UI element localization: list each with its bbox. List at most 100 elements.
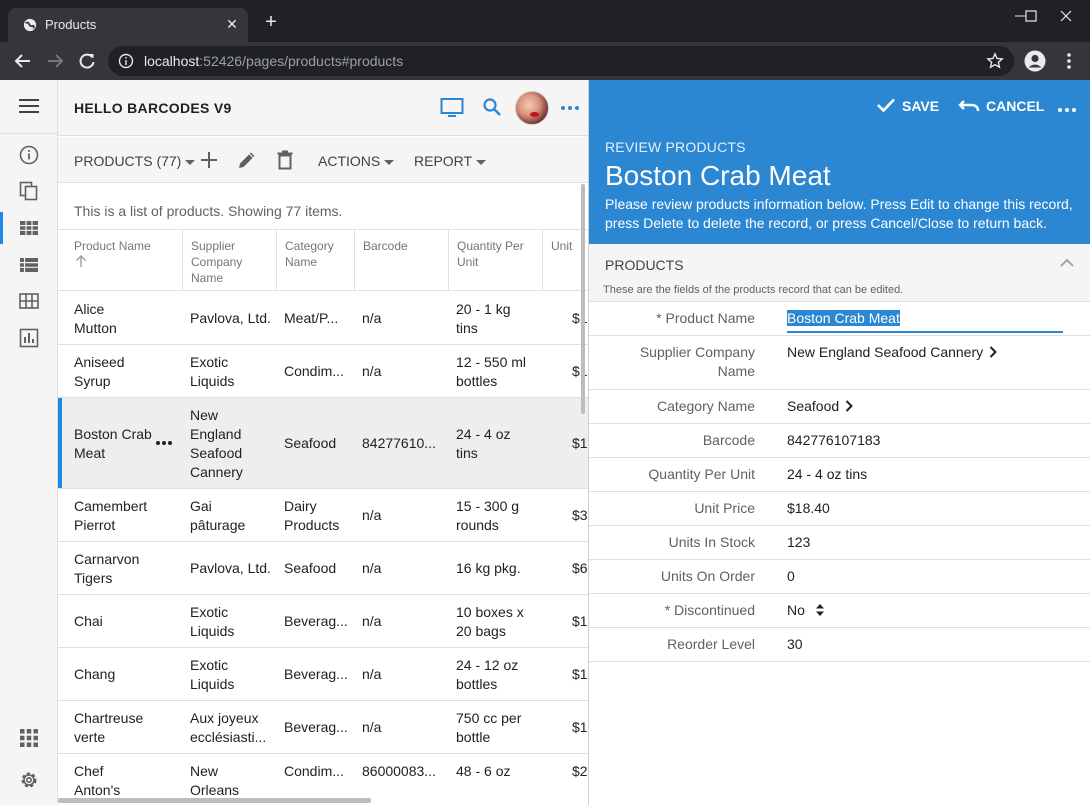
rail-item-grid[interactable]	[0, 283, 58, 319]
forward-arrow-icon[interactable]	[45, 51, 65, 71]
cell-quantity-per-unit: 48 - 6 oz	[456, 754, 552, 805]
cancel-button[interactable]: CANCEL	[958, 98, 1044, 115]
table-row[interactable]: Alice Mutton Pavlova, Ltd. Meat/P... n/a 20 -…	[58, 292, 588, 345]
field-label: Supplier Company Name	[605, 343, 755, 381]
cell-text: Seafood	[284, 560, 337, 576]
cell-category-name: Beverag...	[284, 701, 354, 754]
rail-item-reports[interactable]	[0, 320, 58, 356]
list-summary: This is a list of products. Showing 77 i…	[74, 203, 343, 219]
cell-supplier-company-name: Exotic Liquids	[190, 345, 274, 398]
cell-text: Tigers	[74, 569, 113, 586]
cell-text: Beverag...	[284, 666, 348, 682]
column-header-category-name[interactable]: Category Name	[276, 230, 354, 291]
close-window-icon[interactable]	[1043, 0, 1089, 32]
back-arrow-icon[interactable]	[13, 51, 33, 71]
product-form-pane: SAVE CANCEL REVIEW PRODUCTS Boston Crab …	[588, 80, 1090, 805]
cell-product-name: Boston Crab Meat	[74, 398, 162, 489]
info-icon	[19, 145, 39, 165]
reload-icon[interactable]	[77, 51, 97, 71]
view-selector[interactable]: PRODUCTS (77)	[74, 153, 196, 169]
column-header-quantity-per-unit[interactable]: Quantity Per Unit	[448, 230, 542, 291]
cell-text: 24 - 12 oz	[456, 656, 519, 673]
rail-item-list[interactable]	[0, 247, 58, 283]
table-row[interactable]: Chartreuse verte Aux joyeux ecclésiasti... B…	[58, 701, 588, 754]
horizontal-scrollbar[interactable]	[58, 798, 371, 803]
search-icon[interactable]	[482, 97, 502, 117]
chevron-right-icon[interactable]	[989, 346, 998, 359]
sort-ascending-icon[interactable]	[75, 254, 87, 268]
cell-text: bottles	[456, 675, 498, 692]
field-value[interactable]: No	[787, 601, 825, 620]
actions-menu[interactable]: ACTIONS	[318, 153, 395, 169]
more-options-icon[interactable]	[560, 98, 580, 118]
delete-trash-icon[interactable]	[274, 149, 296, 171]
cell-category-name: Beverag...	[284, 648, 354, 701]
monitor-icon[interactable]	[440, 97, 464, 119]
user-avatar[interactable]	[515, 91, 549, 125]
chevron-down-icon	[185, 159, 196, 165]
field-value-text: 24 - 4 oz tins	[787, 466, 868, 482]
address-bar[interactable]: localhost:52426/pages/products#products	[108, 46, 1014, 76]
cell-text: n/a	[362, 719, 382, 735]
browser-toolbar: localhost:52426/pages/products#products	[0, 42, 1090, 80]
cell-text: Liquids	[190, 622, 235, 639]
form-header: SAVE CANCEL REVIEW PRODUCTS Boston Crab …	[589, 80, 1090, 244]
field-value[interactable]: Seafood	[787, 397, 854, 416]
chevron-right-icon[interactable]	[845, 400, 854, 413]
browser-menu-icon[interactable]	[1063, 51, 1075, 71]
table-row[interactable]: Aniseed Syrup Exotic Liquids Condim... n/a 12 …	[58, 345, 588, 398]
cell-text: $1	[572, 613, 588, 629]
table-row[interactable]: Carnarvon Tigers Pavlova, Ltd. Seafood n/a 16…	[58, 542, 588, 595]
save-button[interactable]: SAVE	[876, 98, 939, 115]
add-icon[interactable]	[198, 149, 220, 171]
cell-text: $2	[572, 763, 588, 779]
field-label-text: Units On Order	[660, 568, 755, 584]
cell-supplier-company-name: Gai pâturage	[190, 489, 274, 542]
chevron-up-icon[interactable]	[1060, 258, 1074, 268]
bookmark-star-icon[interactable]	[986, 52, 1004, 70]
table-row[interactable]: Camembert Pierrot Gai pâturage Dairy Products…	[58, 489, 588, 542]
site-info-icon[interactable]	[118, 53, 134, 69]
cell-quantity-per-unit: 12 - 550 ml bottles	[456, 345, 552, 398]
column-header-barcode[interactable]: Barcode	[354, 230, 448, 291]
product-name-input[interactable]: Boston Crab Meat	[787, 309, 1063, 333]
cell-product-name: Carnarvon Tigers	[74, 542, 162, 595]
column-header-supplier-company-name[interactable]: Supplier Company Name	[182, 230, 276, 291]
hamburger-menu-icon[interactable]	[19, 98, 39, 114]
cell-text: 15 - 300 g	[456, 497, 520, 514]
cell-category-name: Beverag...	[284, 595, 354, 648]
new-tab-icon[interactable]: +	[262, 12, 280, 32]
rail-item-apps[interactable]	[0, 720, 58, 756]
maximize-window-icon[interactable]	[1020, 0, 1042, 32]
rail-item-about[interactable]	[0, 137, 58, 173]
rail-item-products[interactable]	[0, 210, 58, 246]
column-header-label: Product Name	[74, 239, 151, 253]
app-sidebar-rail	[0, 80, 58, 805]
grid-table-icon	[20, 221, 38, 235]
cell-text: Chai	[74, 613, 103, 629]
edit-pencil-icon[interactable]	[236, 149, 258, 171]
rail-item-settings[interactable]	[0, 762, 58, 798]
vertical-scrollbar[interactable]	[581, 184, 585, 414]
table-row[interactable]: Boston Crab Meat New England Seafood Cannery S…	[58, 398, 588, 489]
products-list-pane: HELLO BARCODES V9 PRODUCTS (77) ACTIONS	[58, 80, 588, 805]
category-header[interactable]: PRODUCTS These are the fields of the pro…	[589, 244, 1090, 302]
cell-quantity-per-unit: 16 kg pkg.	[456, 542, 552, 595]
cell-text: bottle	[456, 728, 491, 745]
cell-supplier-company-name: Pavlova, Ltd.	[190, 542, 274, 595]
up-down-select-icon[interactable]	[815, 603, 825, 617]
close-tab-icon[interactable]: ✕	[224, 16, 240, 32]
report-menu[interactable]: REPORT	[414, 153, 487, 169]
cell-text: England	[190, 425, 242, 442]
row-more-options-icon[interactable]	[155, 440, 173, 446]
table-row[interactable]: Chai Exotic Liquids Beverag... n/a 10 boxes x…	[58, 595, 588, 648]
rail-item-pages[interactable]	[0, 173, 58, 209]
cell-quantity-per-unit: 10 boxes x 20 bags	[456, 595, 552, 648]
browser-tab-products[interactable]: Products ✕	[8, 8, 248, 42]
field-value[interactable]: New England Seafood Cannery	[787, 343, 998, 362]
field-label: Category Name	[605, 397, 755, 416]
profile-icon[interactable]	[1024, 50, 1046, 72]
table-row[interactable]: Chang Exotic Liquids Beverag... n/a 24 - 12 o…	[58, 648, 588, 701]
form-more-options-icon[interactable]	[1057, 100, 1077, 120]
cell-quantity-per-unit: 15 - 300 g rounds	[456, 489, 552, 542]
